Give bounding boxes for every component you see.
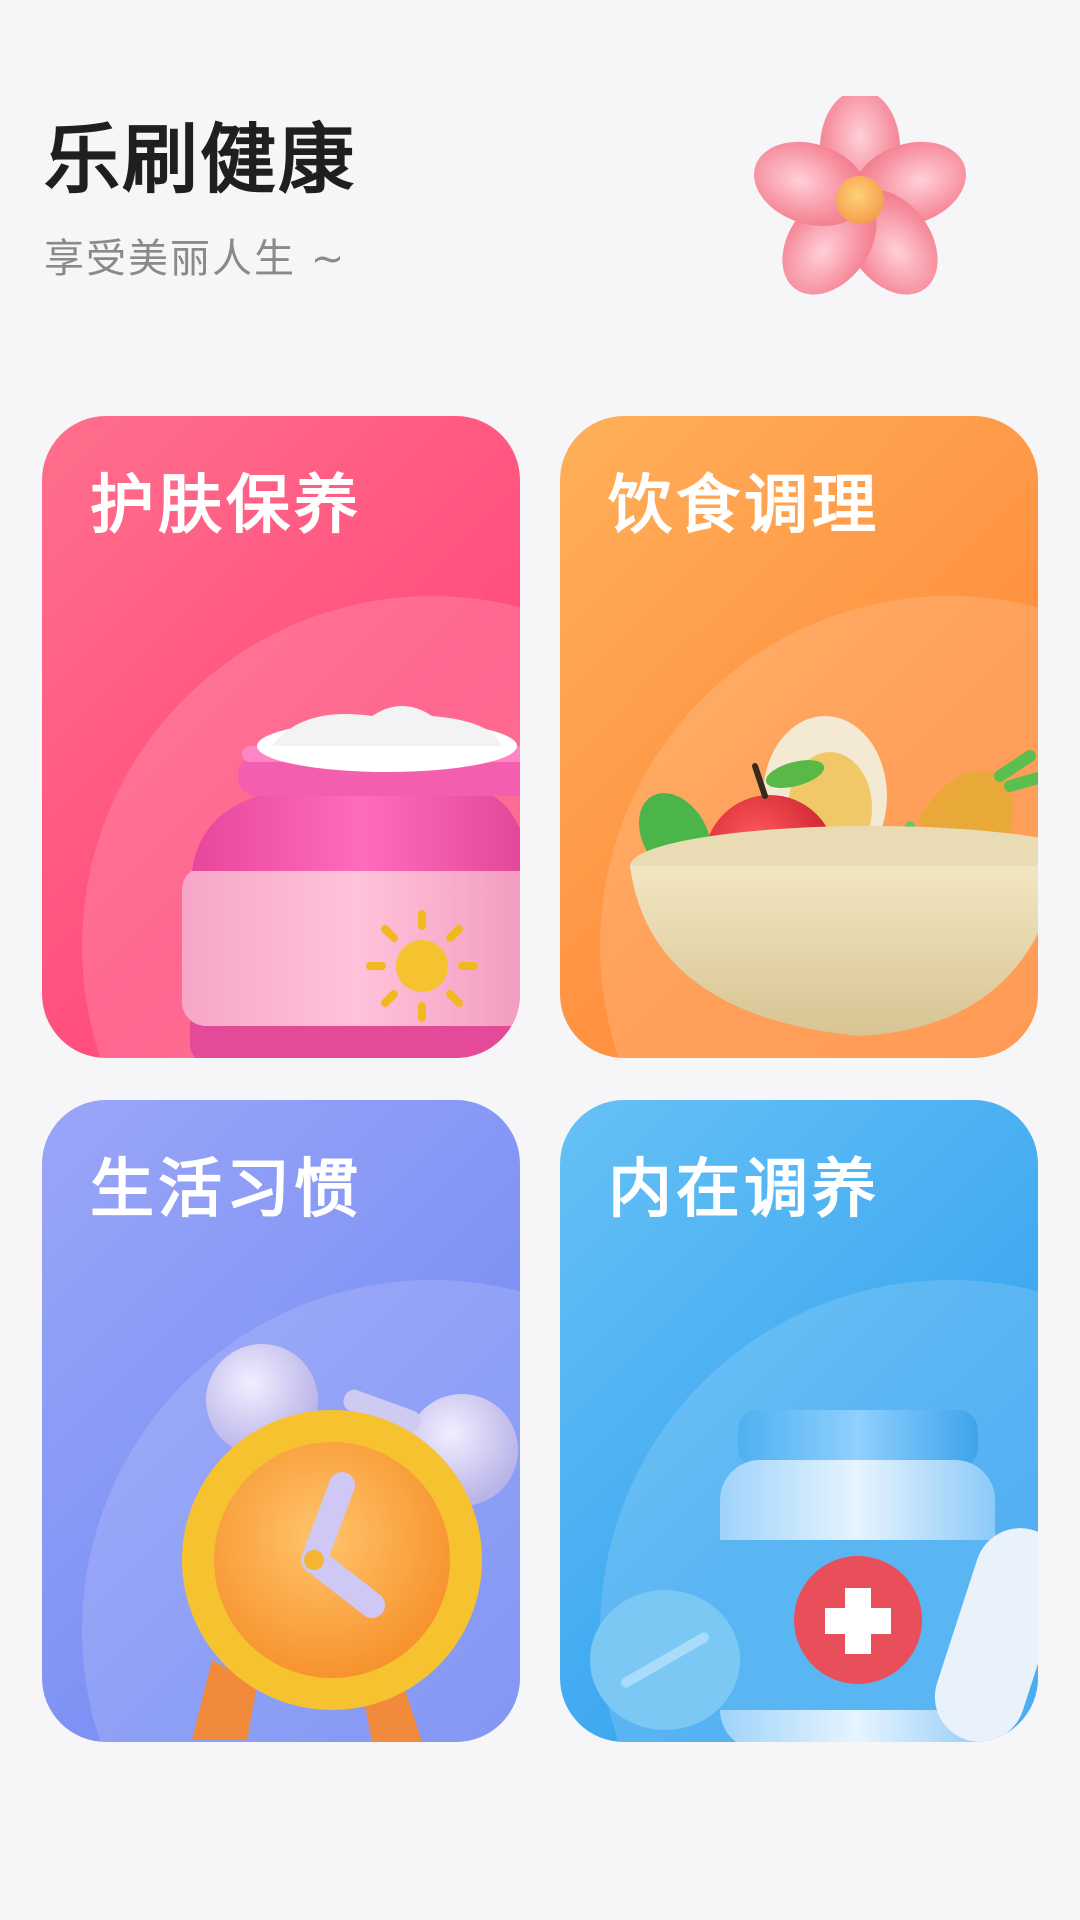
flower-icon [754, 96, 966, 295]
card-title: 护肤保养 [90, 469, 362, 543]
app-title: 乐刷健康 [44, 115, 356, 204]
header: 乐刷健康 享受美丽人生 ~ [44, 122, 356, 284]
card-lifestyle[interactable]: 生活习惯 [42, 1100, 520, 1742]
card-title: 内在调养 [608, 1153, 880, 1227]
app-subtitle: 享受美丽人生 ~ [44, 236, 347, 282]
card-diet[interactable]: 饮食调理 [560, 416, 1038, 1058]
card-title: 饮食调理 [608, 469, 880, 543]
card-inner-care[interactable]: 内在调养 [560, 1100, 1038, 1742]
card-skincare[interactable]: 护肤保养 [42, 416, 520, 1058]
card-title: 生活习惯 [90, 1153, 362, 1227]
